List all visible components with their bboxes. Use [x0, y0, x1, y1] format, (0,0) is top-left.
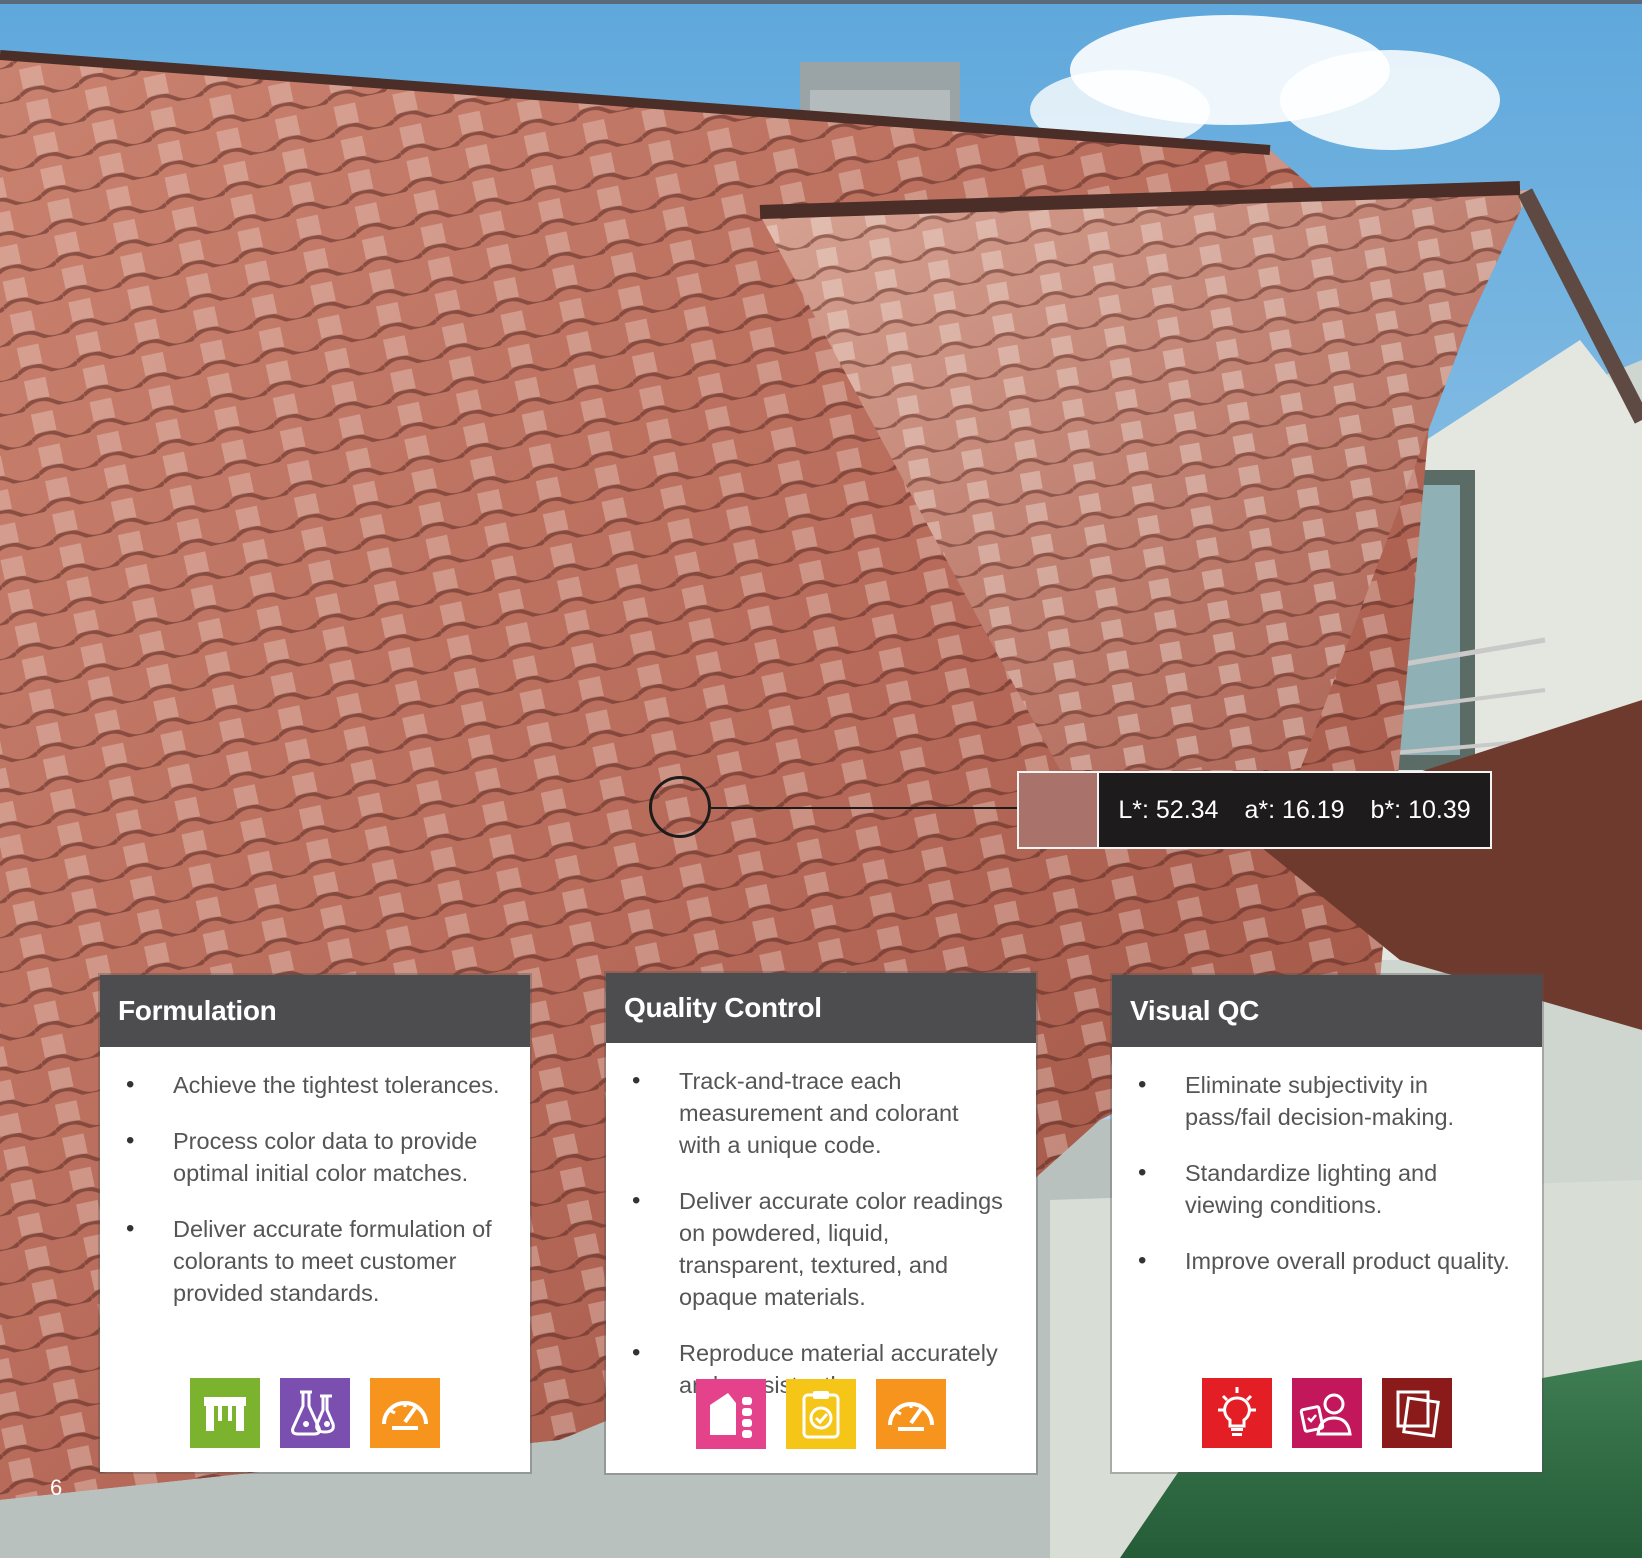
bullet-list: Achieve the tightest tolerances. Process…: [100, 1069, 530, 1309]
color-swatch: [1019, 773, 1097, 847]
lab-values: L*: 52.34 a*: 16.19 b*: 10.39: [1097, 773, 1490, 847]
card-title: Quality Control: [624, 992, 822, 1023]
list-item: Improve overall product quality.: [1112, 1245, 1512, 1277]
user-checklist-icon: [1292, 1378, 1362, 1448]
formulation-card: Formulation Achieve the tightest toleran…: [100, 975, 530, 1472]
l-value: L*: 52.34: [1118, 795, 1219, 824]
list-item: Achieve the tightest tolerances.: [100, 1069, 500, 1101]
list-item: Process color data to provide optimal in…: [100, 1125, 500, 1189]
card-header: Formulation: [100, 975, 530, 1047]
visual-qc-card: Visual QC Eliminate subjectivity in pass…: [1112, 975, 1542, 1472]
callout-leader-line: [711, 807, 1017, 809]
bullet-list: Track-and-trace each measurement and col…: [606, 1065, 1036, 1401]
table-icon: [190, 1378, 260, 1448]
gauge-icon: [370, 1378, 440, 1448]
page-number: 6: [50, 1475, 63, 1500]
gauge-icon: [876, 1379, 946, 1449]
spectro-icon: [696, 1379, 766, 1449]
list-item: Eliminate subjectivity in pass/fail deci…: [1112, 1069, 1512, 1133]
quality-control-card: Quality Control Track-and-trace each mea…: [606, 973, 1036, 1473]
bullet-list: Eliminate subjectivity in pass/fail deci…: [1112, 1069, 1542, 1277]
icon-row: [1112, 1378, 1542, 1448]
list-item: Standardize lighting and viewing conditi…: [1112, 1157, 1512, 1221]
b-value: b*: 10.39: [1370, 795, 1471, 824]
icon-row: [606, 1379, 1036, 1449]
sample-point-circle: [649, 776, 711, 838]
list-item: Track-and-trace each measurement and col…: [606, 1065, 1006, 1161]
lightbulb-icon: [1202, 1378, 1272, 1448]
list-item: Deliver accurate color readings on powde…: [606, 1185, 1006, 1313]
card-header: Quality Control: [606, 973, 1036, 1043]
flask-icon: [280, 1378, 350, 1448]
swatches-icon: [1382, 1378, 1452, 1448]
card-title: Visual QC: [1130, 995, 1260, 1026]
card-header: Visual QC: [1112, 975, 1542, 1047]
a-value: a*: 16.19: [1244, 795, 1345, 824]
clipboard-check-icon: [786, 1379, 856, 1449]
icon-row: [100, 1378, 530, 1448]
card-title: Formulation: [118, 995, 277, 1026]
lab-readout-box: L*: 52.34 a*: 16.19 b*: 10.39: [1017, 771, 1492, 849]
list-item: Deliver accurate formulation of colorant…: [100, 1213, 500, 1309]
